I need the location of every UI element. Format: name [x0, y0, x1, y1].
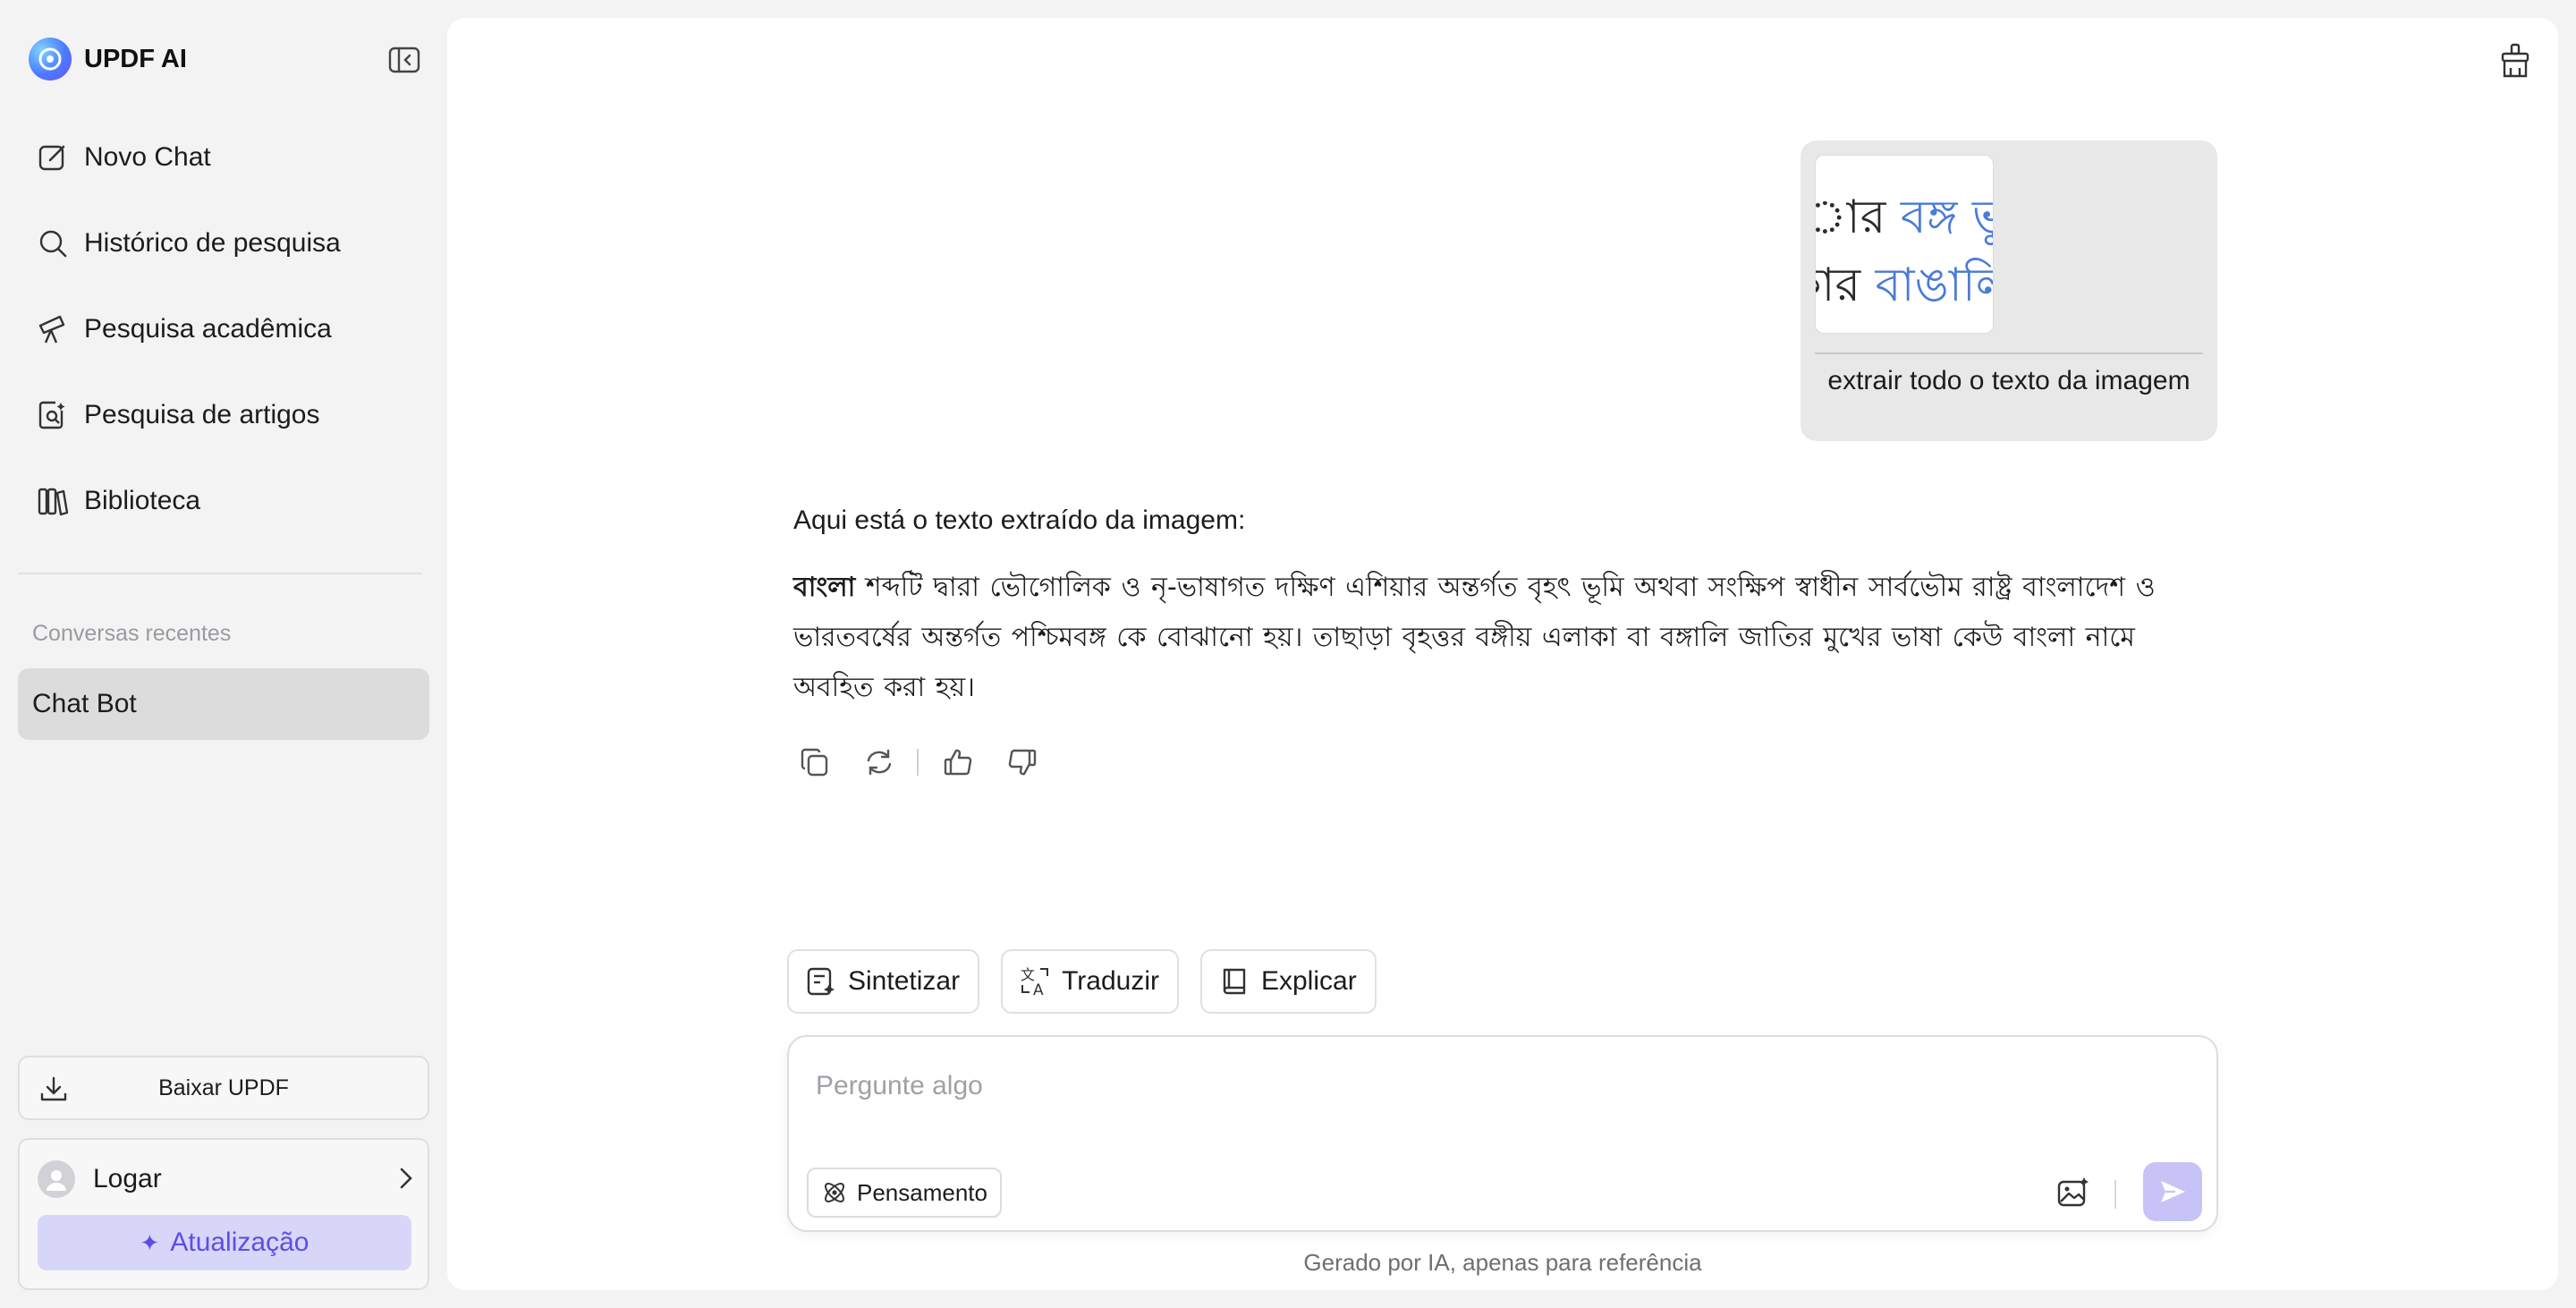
message-input[interactable] [816, 1064, 2068, 1108]
user-message-bubble: ার বঙ্গ ভূমি কার বাঙালি extrair todo o t… [1801, 140, 2217, 441]
dislike-button[interactable] [1001, 741, 1044, 784]
book-icon [1218, 965, 1250, 998]
broom-icon [2501, 43, 2529, 78]
regenerate-icon [867, 749, 892, 776]
svg-text:A: A [1033, 981, 1044, 998]
message-composer: Pensamento [787, 1035, 2218, 1232]
send-button[interactable] [2143, 1162, 2202, 1221]
edit-icon [36, 140, 70, 174]
upgrade-label: Atualização [170, 1227, 309, 1257]
answer-body: বাংলা শব্দটি দ্বারা ভৌগোলিক ও নৃ-ভাষাগত … [793, 563, 2217, 713]
translate-label: Traduzir [1062, 966, 1159, 996]
image-text-line: কার বাঙালি [1816, 259, 1993, 312]
sidebar-item-label: Pesquisa acadêmica [84, 314, 332, 344]
sidebar-item-label: Histórico de pesquisa [84, 228, 341, 258]
translate-icon: 文A [1019, 965, 1051, 998]
brand-name: UPDF AI [84, 44, 187, 73]
ai-answer: Aqui está o texto extraído da imagem: বা… [793, 505, 2217, 713]
recent-chat-item[interactable]: Chat Bot [18, 668, 429, 740]
user-message-text: extrair todo o texto da imagem [1827, 366, 2190, 395]
upgrade-button[interactable]: ✦ Atualização [38, 1215, 411, 1270]
download-icon [39, 1075, 68, 1110]
thumbs-down-icon [1008, 749, 1037, 776]
image-add-icon [2057, 1177, 2089, 1207]
chevron-right-icon [399, 1167, 413, 1194]
chat-panel: ার বঙ্গ ভূমি কার বাঙালি extrair todo o t… [447, 18, 2558, 1290]
sidebar-item-label: Novo Chat [84, 142, 211, 172]
thumbs-up-icon [944, 749, 972, 776]
add-image-button[interactable] [2054, 1173, 2093, 1212]
download-updf-button[interactable]: Baixar UPDF [18, 1056, 429, 1120]
thinking-toggle[interactable]: Pensamento [807, 1168, 1002, 1218]
answer-text: শব্দটি দ্বারা ভৌগোলিক ও নৃ-ভাষাগত দক্ষিণ… [793, 572, 2156, 703]
sidebar-nav: Novo Chat Histórico de pesquisa Pesquisa… [18, 115, 429, 544]
summarize-button[interactable]: Sintetizar [787, 949, 980, 1014]
answer-bold-word: বাংলা [793, 572, 856, 603]
library-icon [36, 484, 70, 518]
sidebar-item-new-chat[interactable]: Novo Chat [18, 115, 429, 200]
ai-disclaimer: Gerado por IA, apenas para referência [1303, 1249, 1702, 1276]
sidebar-divider [18, 573, 422, 574]
sparkle-icon: ✦ [140, 1228, 160, 1256]
sidebar-item-label: Biblioteca [84, 486, 201, 515]
composer-divider [2114, 1180, 2116, 1209]
telescope-icon [36, 312, 70, 346]
sidebar-item-article-search[interactable]: Pesquisa de artigos [18, 372, 429, 458]
atom-icon [821, 1179, 848, 1206]
copy-icon [801, 748, 828, 777]
sidebar-item-academic-search[interactable]: Pesquisa acadêmica [18, 286, 429, 372]
actions-divider [917, 749, 919, 776]
sidebar-item-label: Pesquisa de artigos [84, 400, 320, 429]
login-label: Logar [93, 1164, 162, 1193]
bubble-divider [1815, 352, 2203, 354]
sidebar-item-library[interactable]: Biblioteca [18, 458, 429, 544]
login-button[interactable]: Logar [38, 1156, 413, 1202]
explain-label: Explicar [1260, 966, 1357, 996]
sidebar-item-search-history[interactable]: Histórico de pesquisa [18, 200, 429, 286]
answer-intro: Aqui está o texto extraído da imagem: [793, 505, 1246, 535]
updf-logo-icon [29, 38, 72, 81]
search-icon [36, 226, 70, 260]
avatar [38, 1160, 75, 1198]
answer-actions [793, 741, 1065, 784]
clear-chat-button[interactable] [2496, 41, 2535, 81]
thinking-label: Pensamento [857, 1178, 987, 1206]
image-text-line: ার বঙ্গ ভূমি [1816, 191, 1993, 244]
attached-image-thumbnail[interactable]: ার বঙ্গ ভূমি কার বাঙালি [1815, 155, 1994, 334]
sidebar: UPDF AI Novo Chat Histórico de pesquisa … [0, 0, 447, 1308]
like-button[interactable] [936, 741, 979, 784]
translate-button[interactable]: 文A Traduzir [1001, 949, 1179, 1014]
regenerate-button[interactable] [858, 741, 901, 784]
brand[interactable]: UPDF AI [29, 38, 187, 81]
download-label: Baixar UPDF [158, 1074, 289, 1100]
doc-search-icon [36, 398, 70, 432]
send-icon [2161, 1181, 2185, 1202]
summarize-label: Sintetizar [848, 966, 961, 996]
sidebar-collapse-button[interactable] [386, 45, 422, 75]
account-box: Logar ✦ Atualização [18, 1138, 429, 1290]
summarize-icon [805, 965, 837, 998]
copy-button[interactable] [793, 741, 836, 784]
recent-conversations-title: Conversas recentes [32, 621, 232, 646]
explain-button[interactable]: Explicar [1199, 949, 1377, 1014]
sidebar-collapse-icon [388, 47, 420, 73]
quick-actions: Sintetizar 文A Traduzir Explicar [787, 949, 1398, 1014]
